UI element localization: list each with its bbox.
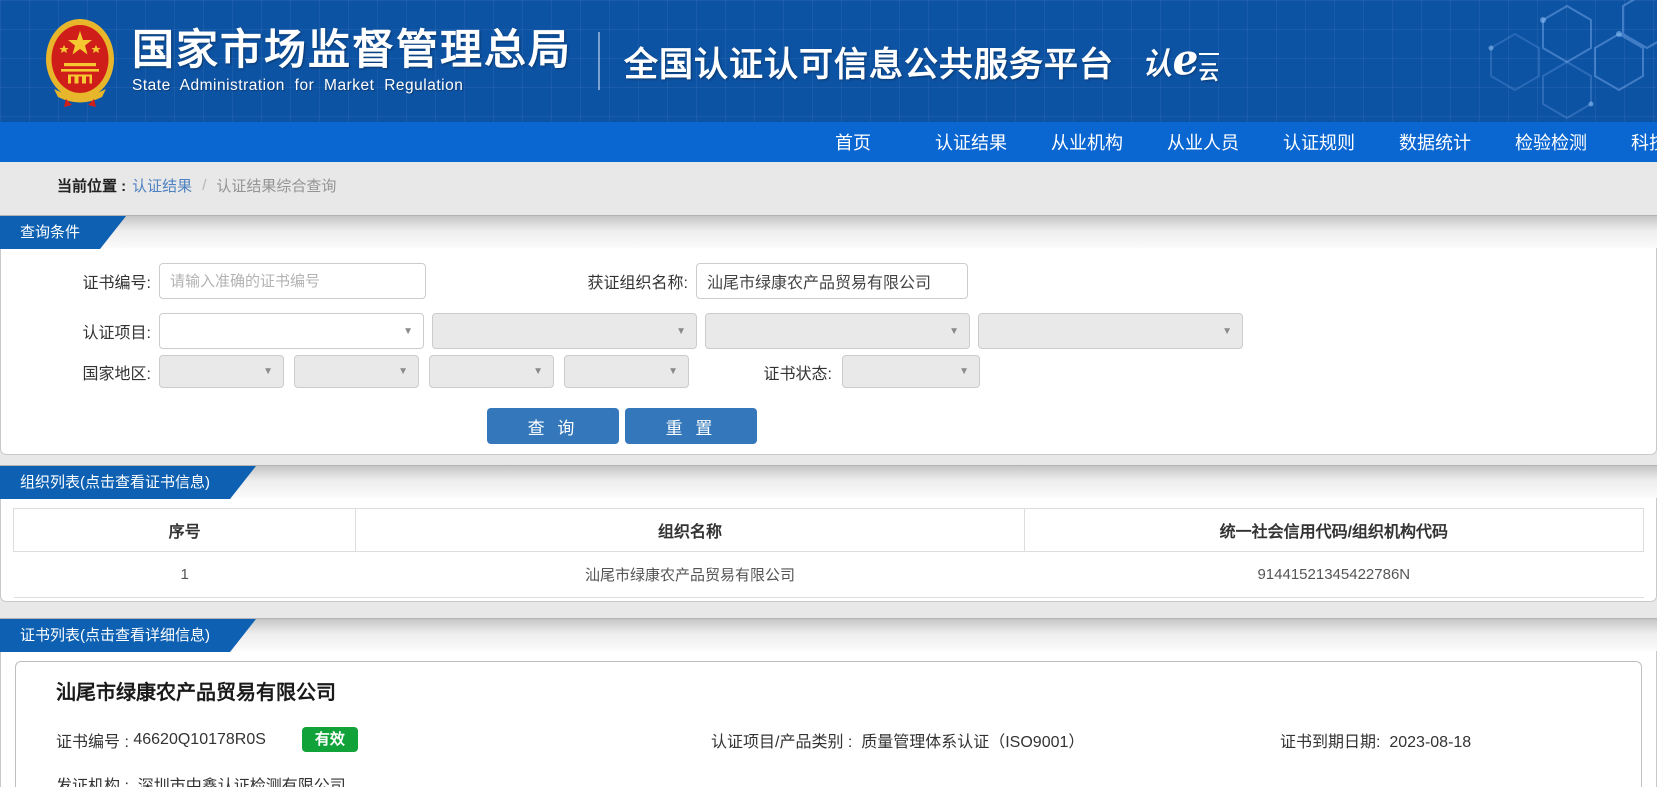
org-list-section-title: 组织列表(点击查看证书信息) <box>0 466 256 499</box>
agency-name-en: State Administration for Market Regulati… <box>132 77 572 95</box>
cert-no-value: 46620Q10178R0S <box>133 731 266 749</box>
expire-value: 2023-08-18 <box>1389 734 1471 751</box>
chevron-down-icon: ▼ <box>263 366 273 377</box>
reset-button[interactable]: 重 置 <box>625 408 757 444</box>
org-row-name: 汕尾市绿康农产品贸易有限公司 <box>356 552 1024 598</box>
org-table-row[interactable]: 1 汕尾市绿康农产品贸易有限公司 91441521345422786N <box>14 552 1644 598</box>
query-section-bar: 查询条件 <box>0 215 1657 248</box>
project-field-label: 认证项目/产品类别 : <box>711 734 852 751</box>
cert-status-label: 证书状态: <box>699 360 832 384</box>
agency-title-block: 国家市场监督管理总局 State Administration for Mark… <box>132 27 572 95</box>
cert-no-label: 证书编号: <box>1 269 151 293</box>
nav-item-data-stats[interactable]: 数据统计 <box>1399 129 1471 155</box>
cert-project-select-2: ▼ <box>432 313 697 349</box>
nav-item-home[interactable]: 首页 <box>835 129 871 155</box>
region-select-4: ▼ <box>564 355 689 388</box>
project-value: 质量管理体系认证（ISO9001） <box>861 734 1084 751</box>
chevron-down-icon: ▼ <box>949 326 959 337</box>
issuer-field-label: 发证机构 : <box>56 778 129 787</box>
cert-project-label: 认证项目: <box>1 319 151 343</box>
expire-field-label: 证书到期日期: <box>1280 734 1380 751</box>
breadcrumb-current-page: 认证结果综合查询 <box>216 175 336 196</box>
cert-project-select-3: ▼ <box>705 313 970 349</box>
query-form: 证书编号: 获证组织名称: 认证项目: ▼ ▼ ▼ ▼ 国家地区: ▼ ▼ ▼ … <box>0 248 1657 455</box>
chevron-down-icon: ▼ <box>1222 326 1232 337</box>
chevron-down-icon: ▼ <box>668 366 678 377</box>
org-row-index: 1 <box>14 552 356 598</box>
header-divider <box>598 32 600 90</box>
region-select-3: ▼ <box>429 355 554 388</box>
search-button[interactable]: 查 询 <box>487 408 619 444</box>
chevron-down-icon: ▼ <box>403 326 413 337</box>
org-name-label: 获证组织名称: <box>426 269 688 293</box>
breadcrumb-link-cert-results[interactable]: 认证结果 <box>132 175 192 196</box>
cert-list-body: 汕尾市绿康农产品贸易有限公司 证书编号 : 46620Q10178R0S 有效 … <box>0 651 1657 787</box>
org-table-header-credit-code: 统一社会信用代码/组织机构代码 <box>1024 509 1643 552</box>
nav-item-inspection[interactable]: 检验检测 <box>1515 129 1587 155</box>
brand-e: e <box>1170 42 1200 78</box>
cert-no-input[interactable] <box>159 263 426 299</box>
platform-title: 全国认证认可信息公共服务平台 <box>624 37 1114 86</box>
breadcrumb-prefix: 当前位置 : <box>57 175 126 196</box>
ren-e-yun-logo: 认 e 云 <box>1142 39 1219 83</box>
nav-item-practitioners[interactable]: 从业人员 <box>1167 129 1239 155</box>
chevron-down-icon: ▼ <box>398 366 408 377</box>
nav-item-institutions[interactable]: 从业机构 <box>1051 129 1123 155</box>
chevron-down-icon: ▼ <box>676 326 686 337</box>
org-table-header-index: 序号 <box>14 509 356 552</box>
cert-list-section-title: 证书列表(点击查看详细信息) <box>0 619 256 652</box>
cert-project-select-4: ▼ <box>978 313 1243 349</box>
region-label: 国家地区: <box>1 360 151 384</box>
region-select-1: ▼ <box>159 355 284 388</box>
agency-name-cn: 国家市场监督管理总局 <box>132 27 572 73</box>
org-table: 序号 组织名称 统一社会信用代码/组织机构代码 1 汕尾市绿康农产品贸易有限公司… <box>13 508 1644 598</box>
nav-item-cert-rules[interactable]: 认证规则 <box>1283 129 1355 155</box>
breadcrumb-divider: / <box>202 177 206 194</box>
certificate-org-name: 汕尾市绿康农产品贸易有限公司 <box>56 676 1615 705</box>
status-badge: 有效 <box>302 727 358 752</box>
cert-list-section-bar: 证书列表(点击查看详细信息) <box>0 618 1657 651</box>
nav-item-cert-results[interactable]: 认证结果 <box>935 129 1007 155</box>
national-emblem-logo <box>42 15 118 109</box>
cert-project-select-1[interactable]: ▼ <box>159 313 424 349</box>
brand-ren: 认 <box>1142 39 1172 83</box>
org-table-header-name: 组织名称 <box>356 509 1024 552</box>
cert-status-select: ▼ <box>842 355 980 388</box>
breadcrumb: 当前位置 : 认证结果 / 认证结果综合查询 <box>0 162 1657 208</box>
org-row-credit-code: 91441521345422786N <box>1024 552 1643 598</box>
cert-no-field-label: 证书编号 : <box>56 728 129 752</box>
main-nav: 首页 认证结果 从业机构 从业人员 认证规则 数据统计 检验检测 科技支撑 <box>0 122 1657 162</box>
chevron-down-icon: ▼ <box>533 366 543 377</box>
region-select-2: ▼ <box>294 355 419 388</box>
org-list-section-bar: 组织列表(点击查看证书信息) <box>0 465 1657 498</box>
issuer-value: 深圳市中鑫认证检测有限公司 <box>138 778 346 787</box>
org-name-input[interactable] <box>696 263 968 299</box>
certificate-card[interactable]: 汕尾市绿康农产品贸易有限公司 证书编号 : 46620Q10178R0S 有效 … <box>15 661 1642 787</box>
org-table-header-row: 序号 组织名称 统一社会信用代码/组织机构代码 <box>14 509 1644 552</box>
chevron-down-icon: ▼ <box>959 366 969 377</box>
org-list-body: 序号 组织名称 统一社会信用代码/组织机构代码 1 汕尾市绿康农产品贸易有限公司… <box>0 498 1657 602</box>
nav-item-sci-tech[interactable]: 科技支撑 <box>1631 129 1657 155</box>
site-header: 国家市场监督管理总局 State Administration for Mark… <box>0 0 1657 122</box>
brand-yun: 云 <box>1199 53 1219 85</box>
query-section-title: 查询条件 <box>0 216 126 249</box>
